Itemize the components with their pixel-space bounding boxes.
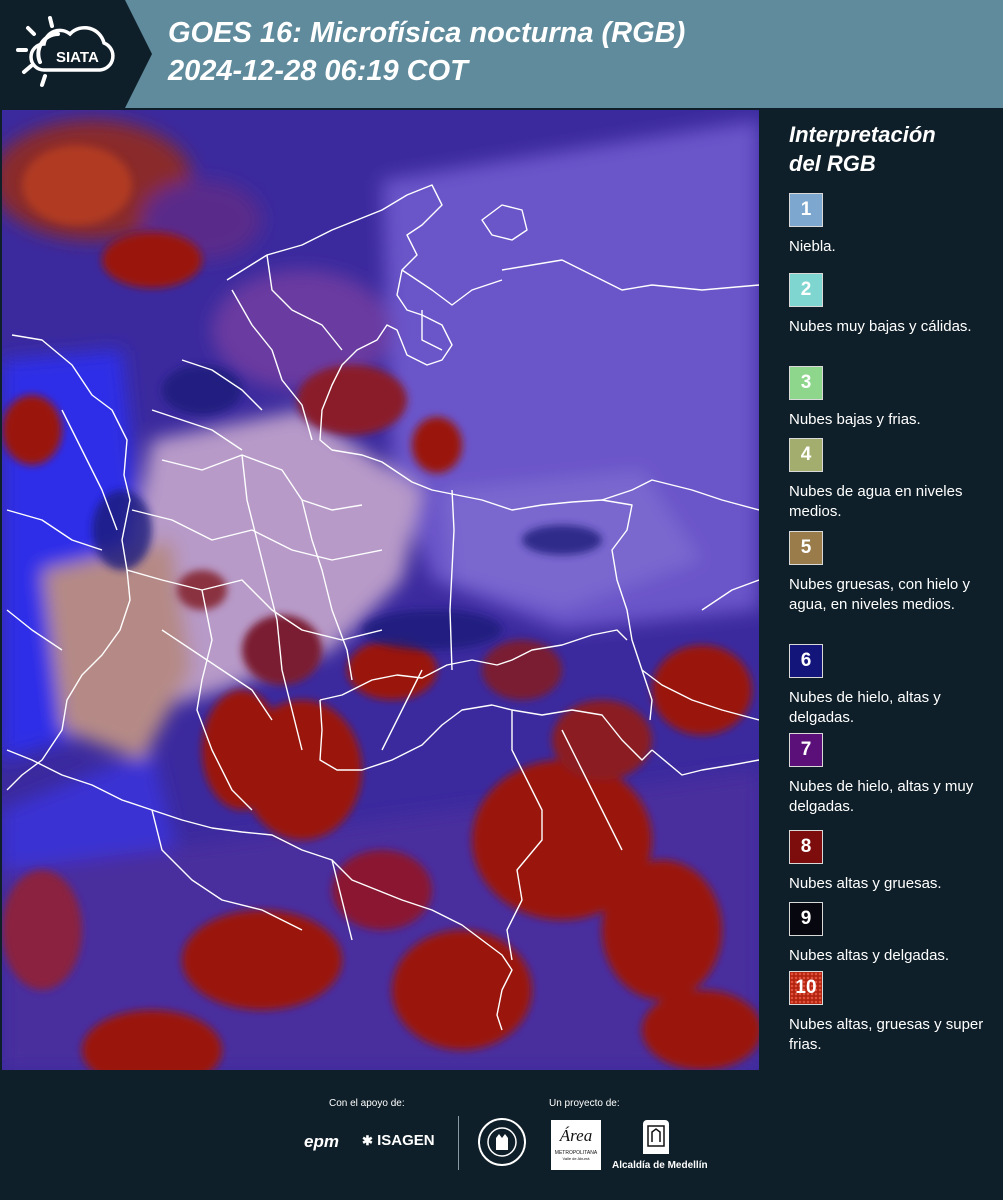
legend-item-5: 5 Nubes gruesas, con hielo y agua, en niv… bbox=[789, 531, 989, 615]
support-label: Con el apoyo de: bbox=[329, 1098, 405, 1109]
legend-label: Nubes de hielo, altas y muy delgadas. bbox=[789, 778, 974, 815]
legend-swatch: 4 bbox=[789, 438, 823, 472]
legend-swatch: 3 bbox=[789, 366, 823, 400]
epm-logo: epm bbox=[304, 1132, 339, 1151]
legend-item-9: 9 Nubes altas y delgadas. bbox=[789, 902, 989, 966]
legend-swatch: 6 bbox=[789, 644, 823, 678]
legend-item-8: 8 Nubes altas y gruesas. bbox=[789, 830, 989, 894]
page-title: GOES 16: Microfísica nocturna (RGB) 2024… bbox=[168, 14, 685, 90]
isagen-text: ISAGEN bbox=[377, 1132, 435, 1149]
legend-swatch: 9 bbox=[789, 902, 823, 936]
seal-icon bbox=[487, 1127, 517, 1157]
legend-title: Interpretación del RGB bbox=[789, 120, 989, 178]
rgb-microphysics-image bbox=[2, 110, 759, 1070]
legend-item-10: 10 Nubes altas, gruesas y super frias. bbox=[789, 971, 989, 1055]
area-logo-sub2: Valle de Aburrá bbox=[562, 1156, 590, 1161]
area-metropolitana-logo: Área METROPOLITANA Valle de Aburrá bbox=[551, 1120, 601, 1170]
legend-title-line-1: Interpretación bbox=[789, 122, 936, 147]
legend-item-2: 2 Nubes muy bajas y cálidas. bbox=[789, 273, 989, 337]
legend-item-1: 1 Niebla. bbox=[789, 193, 989, 257]
legend-item-4: 4 Nubes de agua en niveles medios. bbox=[789, 438, 989, 522]
footer: Con el apoyo de: Un proyecto de: epm ✱ I… bbox=[0, 1070, 1003, 1200]
legend-label: Nubes altas, gruesas y super frias. bbox=[789, 1016, 984, 1053]
legend-swatch: 7 bbox=[789, 733, 823, 767]
project-label: Un proyecto de: bbox=[549, 1098, 620, 1109]
seal-logo bbox=[478, 1118, 526, 1166]
legend-item-3: 3 Nubes bajas y frias. bbox=[789, 366, 989, 430]
logo-text: SIATA bbox=[56, 49, 99, 66]
alcaldia-shield-icon bbox=[643, 1120, 669, 1154]
legend-label: Nubes de hielo, altas y delgadas. bbox=[789, 689, 941, 726]
title-line-2: 2024-12-28 06:19 COT bbox=[168, 55, 468, 87]
isagen-icon: ✱ bbox=[362, 1133, 373, 1148]
title-line-1: GOES 16: Microfísica nocturna (RGB) bbox=[168, 17, 686, 49]
legend-swatch: 2 bbox=[789, 273, 823, 307]
satellite-map bbox=[2, 110, 759, 1070]
legend-label: Niebla. bbox=[789, 238, 836, 255]
legend-item-6: 6 Nubes de hielo, altas y delgadas. bbox=[789, 644, 989, 728]
legend-label: Nubes de agua en niveles medios. bbox=[789, 483, 963, 520]
legend-label: Nubes altas y gruesas. bbox=[789, 875, 942, 892]
alcaldia-text: Alcaldía de Medellín bbox=[612, 1160, 708, 1171]
area-logo-text: Área bbox=[559, 1126, 593, 1145]
footer-divider bbox=[458, 1116, 459, 1170]
siata-logo: SIATA bbox=[0, 0, 152, 108]
legend-swatch: 1 bbox=[789, 193, 823, 227]
rgb-legend: Interpretación del RGB bbox=[789, 120, 989, 178]
legend-label: Nubes gruesas, con hielo y agua, en nive… bbox=[789, 576, 970, 613]
legend-swatch: 10 bbox=[789, 971, 823, 1005]
legend-swatch: 8 bbox=[789, 830, 823, 864]
legend-swatch: 5 bbox=[789, 531, 823, 565]
sun-cloud-icon: SIATA bbox=[16, 16, 115, 87]
legend-label: Nubes bajas y frias. bbox=[789, 411, 921, 428]
isagen-logo: ✱ ISAGEN bbox=[362, 1132, 435, 1149]
legend-label: Nubes altas y delgadas. bbox=[789, 947, 950, 964]
legend-item-7: 7 Nubes de hielo, altas y muy delgadas. bbox=[789, 733, 989, 817]
legend-label: Nubes muy bajas y cálidas. bbox=[789, 318, 972, 335]
header-bar: SIATA GOES 16: Microfísica nocturna (RGB… bbox=[0, 0, 1003, 108]
legend-title-line-2: del RGB bbox=[789, 151, 876, 176]
